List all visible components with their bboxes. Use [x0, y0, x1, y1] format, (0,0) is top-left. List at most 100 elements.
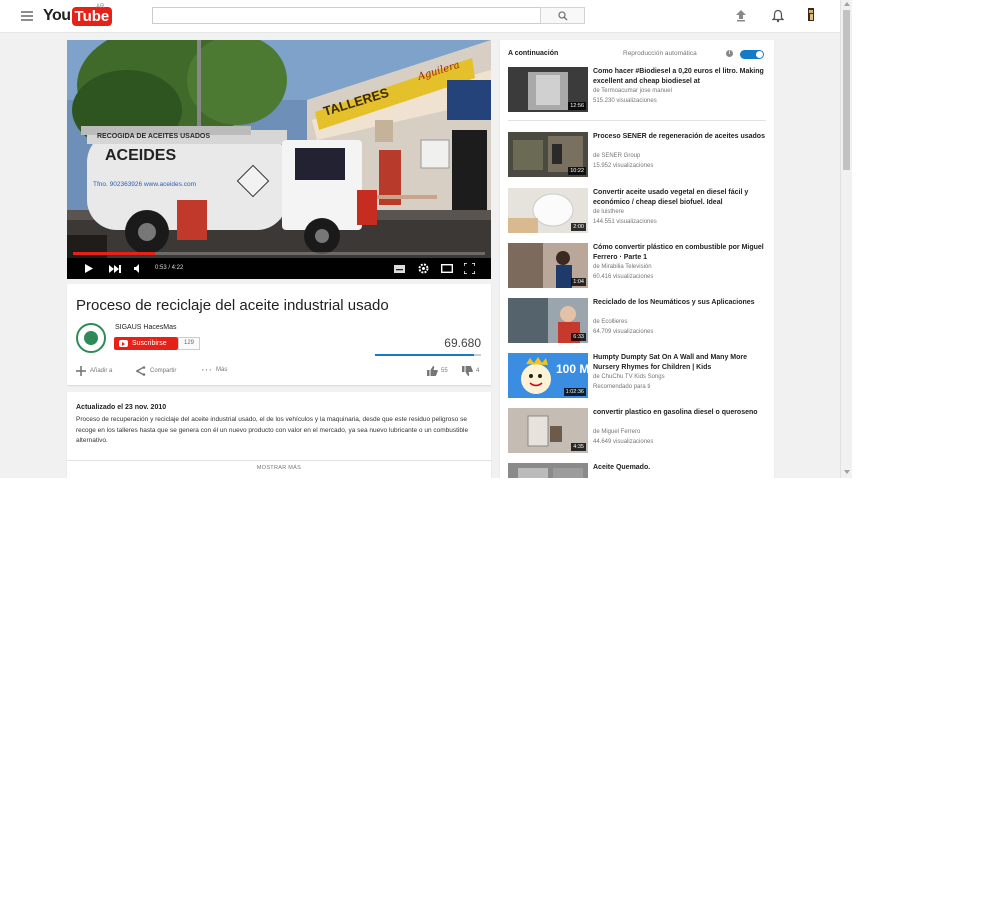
more-icon: ···: [201, 364, 212, 376]
divider: [67, 460, 491, 461]
recommendation-views: 64.709 visualizaciones: [593, 329, 654, 335]
up-next-sidebar: A continuación Reproducción automática i…: [500, 40, 774, 478]
recommendation-item[interactable]: 100 MINS 1:02:36 Humpty Dumpty Sat On A Wa…: [508, 353, 770, 400]
bell-icon[interactable]: [772, 9, 784, 23]
fullscreen-icon[interactable]: [464, 263, 475, 274]
recommendation-item[interactable]: 12:56 Como hacer #Biodiesel a 0,20 euros …: [508, 67, 770, 114]
recommendation-channel: de SENER Group: [593, 153, 641, 159]
like-button[interactable]: 55: [427, 366, 448, 376]
recommendation-title[interactable]: Convertir aceite usado vegetal en diesel…: [593, 188, 767, 208]
thumbs-up-icon: [427, 366, 438, 376]
description-card: Actualizado el 23 nov. 2010 Proceso de r…: [67, 392, 491, 478]
recommendation-title[interactable]: Como hacer #Biodiesel a 0,20 euros el li…: [593, 67, 767, 87]
recommendation-views: 60.416 visualizaciones: [593, 274, 654, 280]
recommendation-item[interactable]: Aceite Quemado.: [508, 463, 770, 478]
video-thumbnail[interactable]: 100 MINS 1:02:36: [508, 353, 588, 398]
logo-tube: Tube: [71, 6, 113, 26]
recommendation-item[interactable]: 1:04 Cómo convertir plástico en combustib…: [508, 243, 770, 290]
theater-icon[interactable]: [441, 264, 453, 273]
recommendation-item[interactable]: 6:33 Reciclado de los Neumáticos y sus Ap…: [508, 298, 770, 345]
channel-avatar[interactable]: [76, 323, 106, 353]
recommendation-channel: de Miguel Ferrero: [593, 429, 641, 435]
up-next-heading: A continuación: [508, 50, 559, 57]
thumb-text: 100 MINS: [556, 362, 588, 376]
search-input[interactable]: [152, 7, 541, 24]
like-sentiment-bar: [375, 354, 481, 356]
video-player[interactable]: TALLERES Aguilera RECOGIDA DE ACEITES US…: [67, 40, 491, 279]
add-to-button[interactable]: Añadir a: [76, 366, 112, 376]
video-title: Proceso de reciclaje del aceite industri…: [76, 297, 389, 314]
youtube-play-icon: [119, 340, 128, 347]
recommendation-views: 44.649 visualizaciones: [593, 439, 654, 445]
settings-icon[interactable]: [418, 263, 429, 274]
share-label: Compartir: [150, 368, 177, 374]
plus-icon: [76, 366, 86, 376]
logo-you: You: [43, 7, 71, 24]
like-count: 55: [441, 368, 448, 374]
more-actions-button[interactable]: ··· Más: [201, 364, 228, 376]
search-button[interactable]: [540, 7, 585, 24]
play-icon[interactable]: [84, 264, 93, 273]
channel-name[interactable]: SIGAUS HacesMas: [115, 324, 176, 331]
autoplay-toggle[interactable]: [740, 50, 764, 59]
video-thumbnail[interactable]: 1:04: [508, 243, 588, 288]
subtitles-icon[interactable]: [394, 265, 405, 273]
recommendation-title[interactable]: Humpty Dumpty Sat On A Wall and Many Mor…: [593, 353, 767, 373]
add-to-label: Añadir a: [90, 368, 113, 374]
subscriber-count: 129: [178, 337, 201, 350]
video-thumbnail[interactable]: 4:35: [508, 408, 588, 453]
youtube-logo[interactable]: You Tube AR: [43, 4, 113, 26]
dislike-count: 4: [476, 368, 480, 374]
view-count: 69.680: [444, 336, 481, 350]
scroll-up-arrow[interactable]: [844, 2, 850, 6]
account-avatar[interactable]: [804, 7, 818, 23]
video-thumbnail[interactable]: 12:56: [508, 67, 588, 112]
like-sentiment-fill: [375, 354, 474, 356]
progress-fill: [73, 252, 156, 255]
show-more-button[interactable]: MOSTRAR MÁS: [67, 465, 491, 471]
video-thumbnail[interactable]: [508, 463, 588, 478]
masthead: You Tube AR: [0, 0, 840, 33]
recommendation-item[interactable]: 2:00 Convertir aceite usado vegetal en di…: [508, 188, 770, 235]
video-thumbnail[interactable]: 10:22: [508, 132, 588, 177]
scroll-thumb[interactable]: [843, 10, 850, 170]
volume-icon[interactable]: [134, 264, 143, 273]
progress-bar[interactable]: [73, 252, 485, 255]
recommendation-views: Recomendado para ti: [593, 384, 651, 390]
recommendation-channel: de luisthere: [593, 209, 625, 215]
page-scrollbar[interactable]: [840, 0, 852, 478]
video-thumbnail[interactable]: 6:33: [508, 298, 588, 343]
recommendation-title[interactable]: Aceite Quemado.: [593, 463, 767, 473]
up-next-divider: [508, 120, 766, 121]
more-label: Más: [216, 367, 228, 373]
info-icon[interactable]: i: [726, 50, 733, 57]
share-button[interactable]: Compartir: [136, 366, 176, 376]
share-icon: [136, 366, 146, 376]
video-frame: TALLERES Aguilera RECOGIDA DE ACEITES US…: [67, 40, 491, 258]
recommendation-title[interactable]: Proceso SENER de regeneración de aceites…: [593, 132, 767, 142]
upload-icon[interactable]: [735, 9, 747, 23]
recommendation-channel: de Mirabilia Televisión: [593, 264, 652, 270]
search-icon: [558, 11, 568, 21]
recommendation-title[interactable]: Cómo convertir plástico en combustible p…: [593, 243, 767, 263]
recommendation-views: 144.551 visualizaciones: [593, 219, 657, 225]
video-duration: 12:56: [568, 102, 586, 110]
recommendation-item[interactable]: 10:22 Proceso SENER de regeneración de ac…: [508, 132, 770, 179]
video-thumbnail[interactable]: 2:00: [508, 188, 588, 233]
browser-viewport: You Tube AR TALLERES Aguilera RECOGIDA D…: [0, 0, 852, 478]
video-duration: 2:00: [571, 223, 586, 231]
subscribe-button[interactable]: Suscribirse: [114, 337, 178, 350]
subscribe-label: Suscribirse: [132, 340, 167, 347]
video-duration: 6:33: [571, 333, 586, 341]
recommendation-views: 515.230 visualizaciones: [593, 98, 657, 104]
recommendation-views: 15.952 visualizaciones: [593, 163, 654, 169]
menu-icon[interactable]: [21, 11, 33, 21]
dislike-button[interactable]: 4: [462, 366, 479, 376]
scroll-down-arrow[interactable]: [844, 470, 850, 474]
logo-region: AR: [96, 4, 105, 10]
next-icon[interactable]: [109, 265, 121, 273]
recommendation-title[interactable]: Reciclado de los Neumáticos y sus Aplica…: [593, 298, 767, 308]
recommendation-item[interactable]: 4:35 convertir plastico en gasolina diese…: [508, 408, 770, 455]
recommendation-title[interactable]: convertir plastico en gasolina diesel o …: [593, 408, 767, 418]
video-duration: 1:02:36: [563, 388, 586, 396]
